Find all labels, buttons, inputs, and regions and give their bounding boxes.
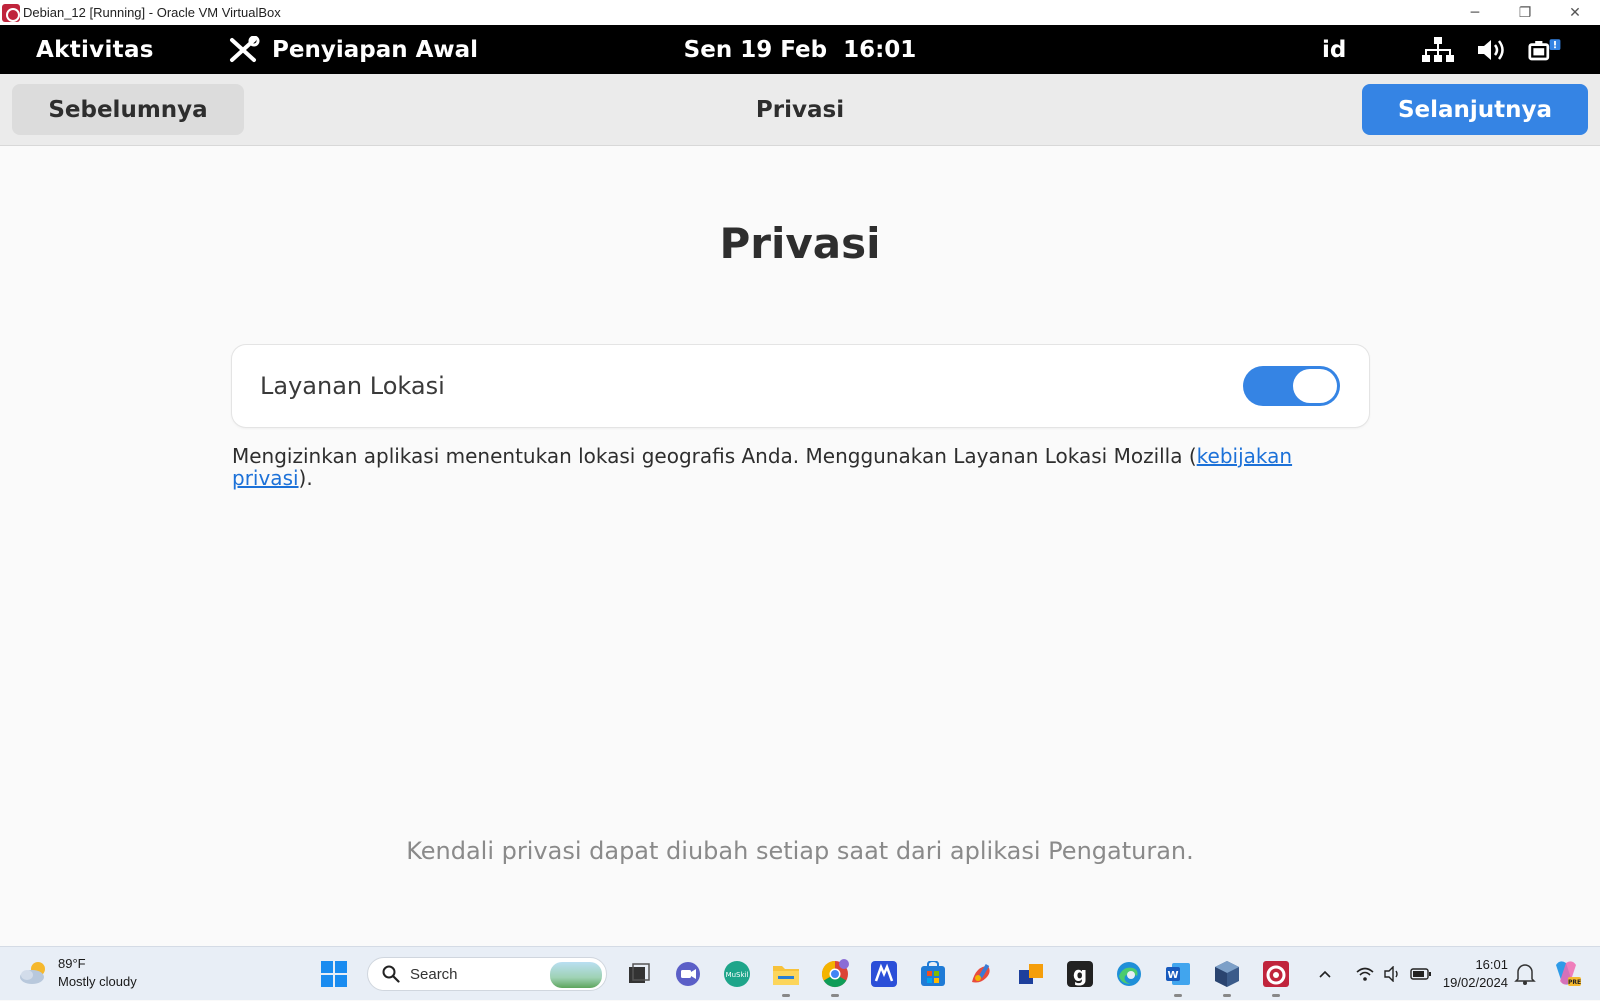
privacy-footer-note: Kendali privasi dapat diubah setiap saat… — [406, 837, 1194, 865]
activities-button[interactable]: Aktivitas — [36, 25, 154, 74]
notification-tray — [1312, 947, 1436, 1001]
m365-app-icon[interactable] — [864, 954, 904, 994]
task-view-icon[interactable] — [619, 954, 659, 994]
sticky-app-icon[interactable] — [1011, 954, 1051, 994]
keyboard-layout-indicator[interactable]: id — [1322, 25, 1346, 74]
weather-temperature: 89°F — [58, 956, 86, 971]
paint-app-icon[interactable] — [962, 954, 1002, 994]
svg-text:MuSkil: MuSkil — [726, 971, 749, 979]
goodnotes-app-icon[interactable]: g — [1060, 954, 1100, 994]
app-menu-button[interactable]: Penyiapan Awal — [226, 25, 478, 74]
location-services-label: Layanan Lokasi — [260, 372, 445, 400]
previous-button[interactable]: Sebelumnya — [12, 84, 244, 135]
system-tray[interactable] — [1420, 25, 1582, 74]
chrome-icon[interactable] — [815, 954, 855, 997]
location-services-row: Layanan Lokasi — [232, 345, 1369, 427]
teams-chat-icon[interactable] — [668, 954, 708, 994]
taskbar-search[interactable]: Search — [367, 957, 607, 991]
chevron-up-icon[interactable] — [1312, 961, 1338, 987]
page-title: Privasi — [719, 219, 881, 268]
privacy-page: Privasi Layanan Lokasi Mengizinkan aplik… — [0, 147, 1600, 946]
close-button[interactable]: ✕ — [1550, 0, 1600, 25]
restore-button[interactable]: ❐ — [1500, 0, 1550, 25]
microsoft-store-icon[interactable] — [913, 954, 953, 994]
location-description: Mengizinkan aplikasi menentukan lokasi g… — [232, 445, 1372, 489]
vbox-titlebar: Debian_12 [Running] - Oracle VM VirtualB… — [0, 0, 1600, 25]
volume-icon[interactable] — [1474, 35, 1510, 65]
weather-description: Mostly cloudy — [58, 974, 137, 989]
file-explorer-icon[interactable] — [766, 954, 806, 997]
taskbar-clock[interactable]: 16:01 19/02/2024 — [1420, 956, 1508, 992]
search-placeholder: Search — [410, 965, 458, 983]
wifi-icon[interactable] — [1352, 961, 1378, 987]
windows-taskbar: 89°F Mostly cloudy Search MuSkil g W 16:… — [0, 946, 1600, 1000]
window-controls: ─ ❐ ✕ — [1450, 0, 1600, 25]
weather-widget[interactable]: 89°F Mostly cloudy — [18, 955, 137, 991]
virtualbox-app-icon — [2, 3, 20, 22]
virtualbox-icon[interactable] — [1207, 954, 1247, 997]
header-bar: Sebelumnya Privasi Selanjutnya — [0, 74, 1600, 146]
taskbar-time: 16:01 — [1475, 957, 1508, 972]
debian-vm-icon[interactable] — [1256, 954, 1296, 997]
vbox-window-title: Debian_12 [Running] - Oracle VM VirtualB… — [23, 5, 281, 20]
search-icon — [382, 965, 400, 983]
location-services-toggle[interactable] — [1243, 366, 1340, 406]
clock-button[interactable]: Sen 19 Feb 16:01 — [684, 37, 917, 63]
copilot-icon[interactable]: PRE — [1550, 957, 1582, 989]
tools-icon — [230, 35, 260, 62]
partly-cloudy-icon — [18, 959, 50, 987]
svg-text:W: W — [1167, 970, 1178, 981]
edge-icon[interactable] — [1109, 954, 1149, 994]
search-highlight-image — [550, 962, 602, 988]
notification-bell-icon[interactable] — [1514, 961, 1538, 987]
word-icon[interactable]: W — [1158, 954, 1198, 997]
gnome-top-bar: Aktivitas Penyiapan Awal Sen 19 Feb 16:0… — [0, 25, 1600, 74]
taskbar-pinned-apps: Search MuSkil g W — [314, 953, 1305, 997]
taskbar-date: 19/02/2024 — [1442, 975, 1508, 990]
description-end: ). — [298, 466, 313, 490]
app-menu-label: Penyiapan Awal — [272, 36, 479, 63]
svg-text:g: g — [1073, 962, 1087, 986]
windows-start-icon[interactable] — [314, 954, 354, 994]
svg-text:PRE: PRE — [1568, 979, 1581, 986]
musik-app-icon[interactable]: MuSkil — [717, 954, 757, 994]
minimize-button[interactable]: ─ — [1450, 0, 1500, 25]
network-wired-icon[interactable] — [1420, 35, 1456, 65]
speaker-icon[interactable] — [1380, 961, 1406, 987]
battery-icon[interactable] — [1528, 35, 1564, 65]
next-button[interactable]: Selanjutnya — [1362, 84, 1588, 135]
toggle-knob — [1293, 369, 1337, 403]
description-text: Mengizinkan aplikasi menentukan lokasi g… — [232, 444, 1197, 468]
